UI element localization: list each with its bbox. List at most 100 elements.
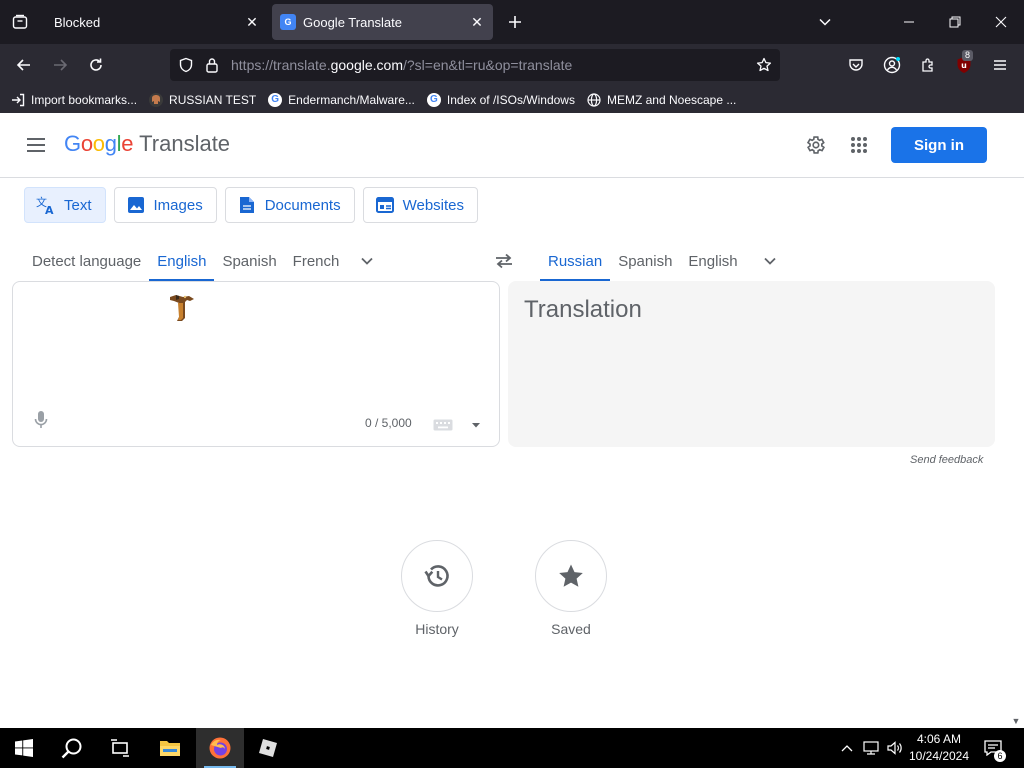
mode-documents-button[interactable]: Documents <box>224 187 355 223</box>
bookmark-russian-test[interactable]: RUSSIAN TEST <box>148 92 256 108</box>
mode-websites-button[interactable]: Websites <box>362 187 479 223</box>
folder-icon <box>160 741 180 756</box>
close-window-button[interactable] <box>978 0 1024 44</box>
network-icon <box>863 741 879 755</box>
swap-languages-button[interactable] <box>488 245 520 277</box>
svg-text:A: A <box>45 204 54 215</box>
google-apps-button[interactable] <box>843 129 875 161</box>
clock-date: 10/24/2024 <box>908 749 970 763</box>
show-hidden-icons-button[interactable] <box>836 728 858 768</box>
new-tab-button[interactable] <box>503 10 527 34</box>
saved-button[interactable] <box>535 540 607 612</box>
bookmark-label: RUSSIAN TEST <box>169 92 257 107</box>
settings-button[interactable] <box>799 129 831 161</box>
shield-icon[interactable] <box>173 49 199 81</box>
gear-icon <box>806 136 825 154</box>
sign-in-button[interactable]: Sign in <box>891 127 987 163</box>
url-path: /?sl=en&tl=ru&op=translate <box>403 57 573 73</box>
network-tray-button[interactable] <box>860 728 882 768</box>
bookmark-index-isos[interactable]: G Index of /ISOs/Windows <box>426 92 575 108</box>
clock-time: 4:06 AM <box>916 732 962 746</box>
address-bar[interactable]: https://translate.google.com/?sl=en&tl=r… <box>170 49 780 81</box>
website-icon <box>375 195 395 215</box>
task-view-icon <box>111 739 129 757</box>
account-button[interactable] <box>878 51 906 79</box>
taskbar-clock[interactable]: 4:06 AM 10/24/2024 <box>906 731 972 765</box>
extensions-button[interactable] <box>914 51 942 79</box>
arrow-right-icon <box>54 59 68 71</box>
lock-icon[interactable] <box>199 49 225 81</box>
product-name: Translate <box>139 131 231 156</box>
image-icon <box>126 195 146 215</box>
tab-blocked[interactable]: Blocked ✕ <box>44 4 268 40</box>
source-lang-english[interactable]: English <box>149 241 215 281</box>
keyboard-icon <box>433 419 453 431</box>
url-host: google.com <box>330 57 403 73</box>
roblox-icon <box>259 739 277 757</box>
source-pasted-image <box>170 295 194 321</box>
firefox-taskbar-button[interactable] <box>196 728 244 768</box>
hamburger-menu-icon <box>994 60 1006 70</box>
source-language-bar: Detect language English Spanish French <box>24 241 387 281</box>
main-menu-button[interactable] <box>20 129 52 161</box>
saved-label: Saved <box>551 621 591 637</box>
svg-text:u: u <box>961 61 967 70</box>
import-icon <box>10 92 26 108</box>
source-lang-french[interactable]: French <box>285 241 348 281</box>
roblox-taskbar-button[interactable] <box>244 728 292 768</box>
list-all-tabs-button[interactable] <box>0 0 40 44</box>
mode-label: Images <box>153 196 203 214</box>
octocat-icon <box>148 92 164 108</box>
windows-logo-icon <box>15 739 33 757</box>
bookmark-endermanch[interactable]: G Endermanch/Malware... <box>267 92 415 108</box>
page-content: Google Translate Sign in 文A Text Images … <box>0 113 1024 728</box>
google-translate-logo[interactable]: Google Translate <box>64 131 230 157</box>
tab-overflow-button[interactable] <box>802 0 848 44</box>
pocket-button[interactable] <box>842 51 870 79</box>
restore-button[interactable] <box>932 0 978 44</box>
bookmark-import[interactable]: Import bookmarks... <box>10 92 137 108</box>
more-source-languages-button[interactable] <box>347 241 387 281</box>
mode-label: Documents <box>264 196 341 214</box>
app-menu-button[interactable] <box>986 51 1014 79</box>
target-lang-russian[interactable]: Russian <box>540 241 611 281</box>
volume-tray-button[interactable] <box>884 728 906 768</box>
history-button[interactable] <box>401 540 473 612</box>
tab-google-translate[interactable]: G Google Translate ✕ <box>272 4 493 40</box>
action-center-button[interactable] <box>980 728 1006 768</box>
bookmark-star-icon[interactable] <box>751 49 777 81</box>
close-tab-icon[interactable]: ✕ <box>240 10 264 34</box>
account-icon <box>883 56 901 74</box>
forward-button[interactable] <box>46 51 74 79</box>
caret-down-icon <box>472 423 480 428</box>
navigation-toolbar: https://translate.google.com/?sl=en&tl=r… <box>0 44 1024 86</box>
voice-input-button[interactable] <box>29 408 53 432</box>
arrow-left-icon <box>16 59 30 71</box>
back-button[interactable] <box>10 51 38 79</box>
google-icon: G <box>268 92 283 107</box>
logo-letter: o <box>80 131 93 156</box>
target-lang-english[interactable]: English <box>680 241 745 281</box>
reload-button[interactable] <box>82 51 110 79</box>
mode-images-button[interactable]: Images <box>113 187 217 223</box>
task-view-button[interactable] <box>96 728 144 768</box>
hamburger-menu-icon <box>27 138 45 152</box>
bookmark-memz[interactable]: MEMZ and Noescape ... <box>586 92 736 108</box>
input-tools-button[interactable] <box>433 416 481 434</box>
source-lang-spanish[interactable]: Spanish <box>214 241 284 281</box>
search-icon <box>61 738 82 759</box>
scroll-down-arrow-icon[interactable]: ▼ <box>1010 716 1022 726</box>
start-button[interactable] <box>0 728 48 768</box>
search-button[interactable] <box>48 728 96 768</box>
send-feedback-link[interactable]: Send feedback <box>910 454 983 466</box>
source-text-area[interactable]: 0 / 5,000 <box>12 281 500 447</box>
close-tab-icon[interactable]: ✕ <box>465 10 489 34</box>
chevron-down-icon <box>763 257 776 265</box>
minimize-button[interactable] <box>886 0 932 44</box>
more-target-languages-button[interactable] <box>750 241 790 281</box>
mode-text-button[interactable]: 文A Text <box>24 187 106 223</box>
target-lang-spanish[interactable]: Spanish <box>610 241 680 281</box>
file-explorer-button[interactable] <box>146 728 194 768</box>
source-lang-detect[interactable]: Detect language <box>24 241 149 281</box>
url-text[interactable]: https://translate.google.com/?sl=en&tl=r… <box>231 57 572 73</box>
